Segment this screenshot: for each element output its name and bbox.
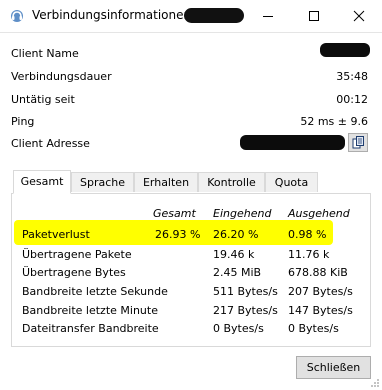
row-label-bandbreite-sekunde: Bandbreite letzte Sekunde: [22, 285, 168, 298]
maximize-button[interactable]: [291, 0, 337, 32]
row-label-uebertragene-pakete: Übertragene Pakete: [22, 248, 132, 261]
bandbreite-minute-ausgehend: 147 Bytes/s: [288, 304, 353, 317]
dateitransfer-ausgehend: 0 Bytes/s: [288, 322, 339, 335]
bandbreite-minute-eingehend: 217 Bytes/s: [213, 304, 278, 317]
schliessen-button[interactable]: Schließen: [296, 356, 371, 379]
bandbreite-sekunde-ausgehend: 207 Bytes/s: [288, 285, 353, 298]
tab-kontrolle[interactable]: Kontrolle: [198, 172, 265, 192]
duration-value: 35:48: [336, 70, 368, 83]
paketverlust-ausgehend: 0.98 %: [288, 228, 327, 241]
pakete-eingehend: 19.46 k: [213, 248, 255, 261]
client-name-label: Client Name: [11, 47, 79, 60]
client-address-label: Client Adresse: [11, 137, 90, 150]
tab-erhalten[interactable]: Erhalten: [134, 172, 198, 192]
title-bar: Verbindungsinformationen -: [0, 0, 382, 33]
maximize-icon: [309, 11, 319, 21]
pakete-ausgehend: 11.76 k: [288, 248, 330, 261]
row-label-uebertragene-bytes: Übertragene Bytes: [22, 266, 126, 279]
bandbreite-sekunde-eingehend: 511 Bytes/s: [213, 285, 278, 298]
resize-grip-icon[interactable]: [370, 378, 380, 388]
tab-gesamt[interactable]: Gesamt: [13, 170, 71, 194]
ping-label: Ping: [11, 115, 35, 128]
row-label-bandbreite-minute: Bandbreite letzte Minute: [22, 304, 158, 317]
row-label-dateitransfer: Dateitransfer Bandbreite: [22, 322, 159, 335]
column-header-ausgehend: Ausgehend: [288, 207, 350, 220]
close-icon: [353, 10, 365, 22]
paketverlust-eingehend: 26.20 %: [213, 228, 259, 241]
tab-quota[interactable]: Quota: [265, 172, 318, 192]
redacted-client-name: [320, 43, 370, 57]
row-label-paketverlust: Paketverlust: [22, 228, 90, 241]
column-header-gesamt: Gesamt: [153, 207, 196, 220]
minimize-button[interactable]: [245, 0, 291, 32]
tab-sprache[interactable]: Sprache: [71, 172, 134, 192]
redacted-client-address: [240, 135, 345, 150]
copy-icon: [352, 136, 364, 149]
idle-label: Untätig seit: [11, 93, 75, 106]
redacted-title: [184, 8, 244, 23]
window-title: Verbindungsinformationen -: [32, 8, 200, 22]
bytes-ausgehend: 678.88 KiB: [288, 266, 348, 279]
idle-value: 00:12: [336, 93, 368, 106]
close-window-button[interactable]: [336, 0, 382, 32]
column-header-eingehend: Eingehend: [213, 207, 272, 220]
teamspeak-app-icon: [10, 9, 24, 23]
dateitransfer-eingehend: 0 Bytes/s: [213, 322, 264, 335]
bytes-eingehend: 2.45 MiB: [213, 266, 262, 279]
minimize-icon: [263, 16, 273, 17]
copy-address-button[interactable]: [348, 133, 368, 152]
paketverlust-gesamt: 26.93 %: [155, 228, 201, 241]
duration-label: Verbindungsdauer: [11, 70, 112, 83]
ping-value: 52 ms ± 9.6: [300, 115, 368, 128]
